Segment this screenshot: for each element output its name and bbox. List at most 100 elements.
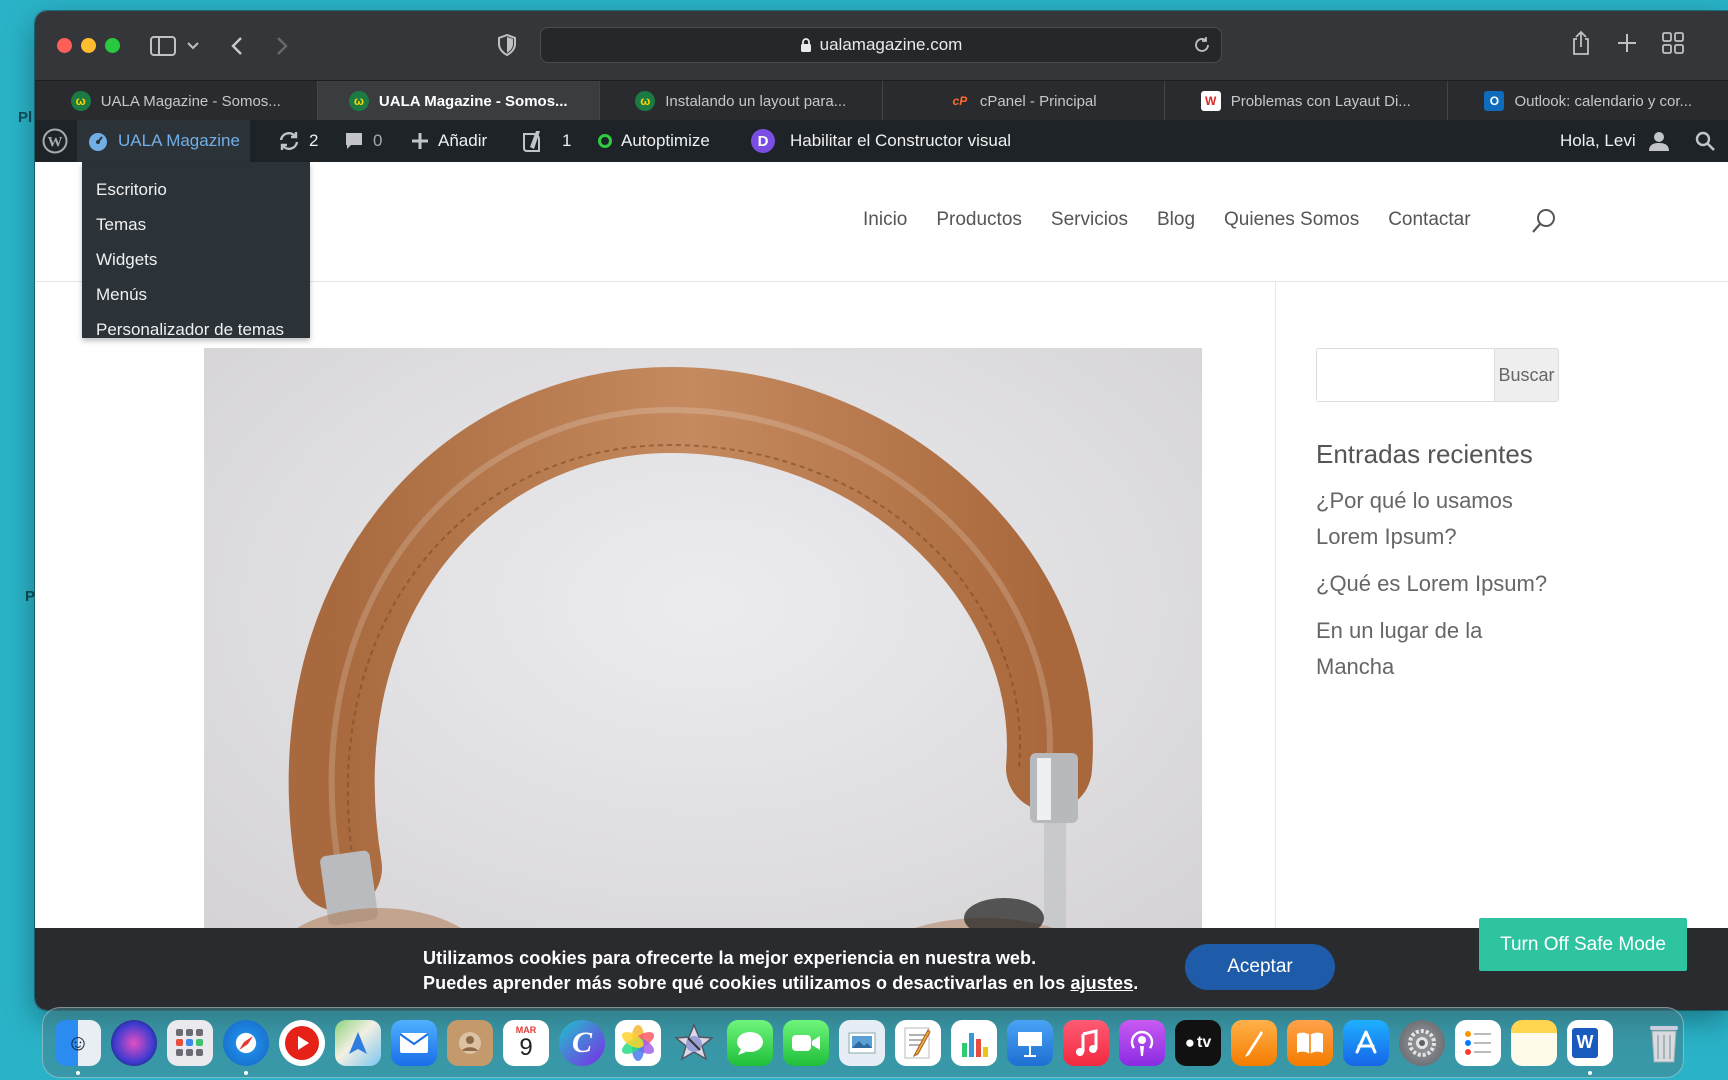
contacts-icon[interactable] [447, 1019, 493, 1066]
uala-favicon-icon: ω [348, 91, 369, 111]
close-window-button[interactable] [57, 38, 72, 53]
finder-icon[interactable]: ☺ [55, 1019, 101, 1075]
cookie-banner: Utilizamos cookies para ofrecerte la mej… [35, 928, 1728, 1010]
nav-item-blog[interactable]: Blog [1157, 209, 1195, 231]
sidebar-divider [1275, 282, 1276, 1010]
messages-icon[interactable] [727, 1019, 773, 1066]
recent-posts-list: ¿Por qué lo usamos Lorem Ipsum? ¿Qué es … [1316, 483, 1566, 696]
keynote-icon[interactable] [1007, 1019, 1053, 1066]
youtube-icon[interactable] [279, 1019, 325, 1066]
browser-tab-active[interactable]: ω UALA Magazine - Somos... [317, 81, 600, 121]
browser-tab[interactable]: O Outlook: calendario y cor... [1448, 81, 1728, 121]
back-icon[interactable] [225, 33, 249, 59]
recent-post-link[interactable]: ¿Por qué lo usamos Lorem Ipsum? [1316, 483, 1566, 555]
add-new-label: Añadir [438, 131, 488, 150]
photos-icon[interactable] [615, 1019, 661, 1066]
svg-text:W: W [48, 135, 63, 151]
podcasts-icon[interactable] [1119, 1019, 1165, 1066]
cookie-line-2-text: Puedes aprender más sobre qué cookies ut… [423, 973, 1071, 993]
facetime-icon[interactable] [783, 1019, 829, 1066]
system-preferences-icon[interactable] [1399, 1019, 1445, 1066]
privacy-shield-icon[interactable] [495, 32, 519, 58]
browser-tab[interactable]: cP cPanel - Principal [883, 81, 1165, 121]
dropdown-item-widgets[interactable]: Widgets [82, 242, 310, 277]
browser-tab[interactable]: ω Instalando un layout para... [600, 81, 883, 121]
word-letter: W [1572, 1027, 1598, 1058]
recent-post-link[interactable]: ¿Qué es Lorem Ipsum? [1316, 566, 1566, 602]
autoptimize-label: Autoptimize [621, 131, 710, 150]
reminders-icon[interactable] [1455, 1019, 1501, 1066]
header-search-icon[interactable] [1532, 208, 1556, 234]
numbers-icon[interactable] [951, 1019, 997, 1066]
dropdown-item-temas[interactable]: Temas [82, 207, 310, 242]
browser-tab[interactable]: W Problemas con Layaut Di... [1165, 81, 1448, 121]
nav-item-inicio[interactable]: Inicio [863, 209, 907, 231]
dropdown-item-menus[interactable]: Menús [82, 277, 310, 312]
launchpad-icon[interactable] [167, 1019, 213, 1066]
wordpress-logo-icon[interactable]: W [42, 120, 72, 162]
admin-search-icon[interactable] [1695, 120, 1715, 162]
canva-icon[interactable]: C [559, 1019, 605, 1066]
sidebar-search: Buscar [1316, 348, 1559, 402]
tab-label: cPanel - Principal [979, 92, 1097, 110]
new-tab-icon[interactable] [1615, 31, 1639, 55]
desktop-edge-text: Pl [18, 109, 33, 126]
chevron-down-icon[interactable] [185, 37, 201, 55]
tab-label: Outlook: calendario y cor... [1514, 92, 1693, 110]
updates-menu[interactable]: 2 [278, 120, 318, 162]
browser-tab[interactable]: ω UALA Magazine - Somos... [35, 81, 318, 121]
accept-cookies-button[interactable]: Aceptar [1185, 944, 1335, 990]
safari-icon[interactable] [223, 1019, 269, 1075]
preview-icon[interactable] [839, 1019, 885, 1066]
instruments-icon[interactable] [671, 1020, 717, 1066]
nav-item-quienes-somos[interactable]: Quienes Somos [1224, 209, 1359, 231]
macos-dock: ☺ MAR 9 C ● tv W [42, 1007, 1684, 1078]
cpanel-favicon-icon: cP [952, 94, 968, 108]
textedit-icon[interactable] [895, 1019, 941, 1066]
tab-overview-icon[interactable] [1661, 31, 1685, 55]
dropdown-item-escritorio[interactable]: Escritorio [82, 172, 310, 207]
sidebar-search-input[interactable] [1317, 349, 1494, 401]
comments-menu[interactable]: 0 [344, 120, 382, 162]
music-icon[interactable] [1063, 1019, 1109, 1066]
tab-label: UALA Magazine - Somos... [100, 92, 281, 110]
lock-icon [800, 37, 812, 53]
books-icon[interactable] [1287, 1019, 1333, 1066]
tab-label: UALA Magazine - Somos... [378, 92, 568, 110]
yoast-menu[interactable]: 1 [521, 120, 571, 162]
add-new-menu[interactable]: Añadir [411, 120, 487, 162]
minimize-window-button[interactable] [81, 38, 96, 53]
dropdown-item-personalizador[interactable]: Personalizador de temas [82, 312, 310, 347]
recent-post-link[interactable]: En un lugar de la Mancha [1316, 613, 1566, 685]
sidebar-toggle-icon[interactable] [148, 33, 178, 59]
apple-tv-icon[interactable]: ● tv [1175, 1019, 1221, 1066]
yoast-count: 1 [562, 131, 572, 150]
word-icon[interactable]: W [1567, 1019, 1613, 1075]
forward-icon[interactable] [270, 33, 294, 59]
nav-item-servicios[interactable]: Servicios [1051, 209, 1128, 231]
search-button[interactable]: Buscar [1494, 349, 1558, 401]
share-icon[interactable] [1569, 28, 1593, 58]
visual-builder-menu[interactable]: D Habilitar el Constructor visual [751, 120, 1011, 162]
notes-icon[interactable] [1511, 1019, 1557, 1066]
pages-icon[interactable] [1231, 1019, 1277, 1066]
calendar-icon[interactable]: MAR 9 [503, 1019, 549, 1066]
zoom-window-button[interactable] [105, 38, 120, 53]
mail-icon[interactable] [391, 1019, 437, 1066]
turn-off-safe-mode-button[interactable]: Turn Off Safe Mode [1479, 918, 1687, 971]
address-bar[interactable]: ualamagazine.com [540, 27, 1222, 63]
my-account-menu[interactable]: Hola, Levi [1560, 120, 1670, 162]
reload-icon[interactable] [1193, 36, 1211, 54]
nav-item-contactar[interactable]: Contactar [1388, 209, 1470, 231]
desktop-edge-text: P [25, 588, 36, 605]
maps-icon[interactable] [335, 1019, 381, 1066]
tv-label: tv [1197, 1033, 1212, 1051]
nav-item-productos[interactable]: Productos [936, 209, 1022, 231]
autoptimize-menu[interactable]: Autoptimize [598, 120, 710, 162]
trash-icon[interactable] [1641, 1020, 1687, 1066]
site-name-menu[interactable]: UALA Magazine [77, 120, 250, 162]
cookie-settings-link[interactable]: ajustes [1070, 973, 1133, 993]
app-store-icon[interactable] [1343, 1019, 1389, 1066]
tab-label: Problemas con Layaut Di... [1230, 92, 1411, 110]
siri-icon[interactable] [111, 1019, 157, 1066]
